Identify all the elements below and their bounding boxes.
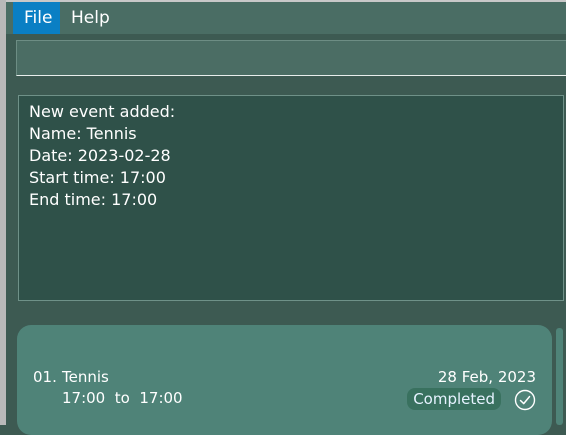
event-date: 28 Feb, 2023: [437, 368, 536, 386]
check-circle-icon: [514, 389, 536, 411]
event-name: Tennis: [62, 368, 109, 386]
result-line: Name: Tennis: [29, 124, 137, 143]
event-card[interactable]: 01. Tennis 17:00 to 17:00 28 Feb, 2023 C…: [17, 325, 552, 435]
event-list-scrollbar[interactable]: [553, 328, 566, 425]
event-index: 01.: [33, 368, 57, 386]
scrollbar-thumb[interactable]: [556, 328, 563, 425]
status-badge: Completed: [407, 388, 501, 410]
menu-help[interactable]: Help: [60, 2, 122, 34]
event-time-range: 17:00 to 17:00: [62, 389, 183, 407]
result-display: New event added: Name: Tennis Date: 2023…: [18, 95, 564, 301]
menu-bar: File Help: [6, 2, 566, 34]
command-box[interactable]: [16, 40, 566, 76]
result-line: New event added:: [29, 102, 176, 121]
result-line: Start time: 17:00: [29, 168, 166, 187]
result-line: Date: 2023-02-28: [29, 146, 171, 165]
event-list-panel: 01. Tennis 17:00 to 17:00 28 Feb, 2023 C…: [6, 312, 566, 435]
menu-file[interactable]: File: [13, 2, 60, 34]
result-line: End time: 17:00: [29, 190, 158, 209]
command-input[interactable]: [17, 41, 566, 75]
